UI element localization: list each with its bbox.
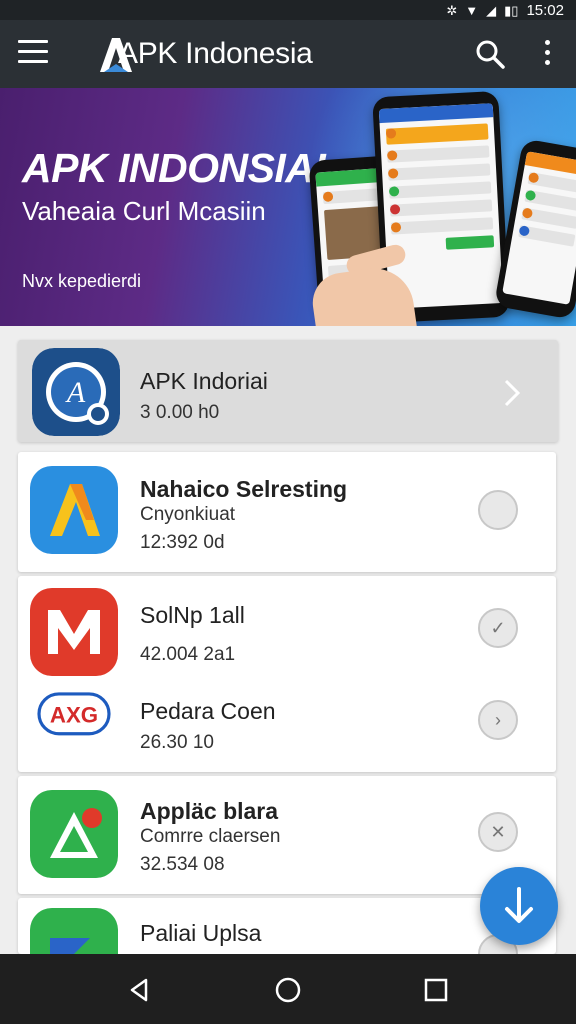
status-icons: ✲ ▼ ◢ ▮▯ 15:02 [446, 0, 564, 20]
banner-subtitle: Vaheaia Curl Mcasiin [22, 196, 266, 226]
select-circle-button[interactable] [478, 490, 518, 530]
search-icon[interactable] [474, 38, 506, 70]
chevron-right-icon: › [495, 710, 501, 730]
solnp-app-icon [30, 588, 118, 676]
system-nav-bar [0, 954, 576, 1024]
list-item-size: 3 0.00 h0 [140, 402, 220, 423]
download-fab[interactable] [480, 867, 558, 945]
banner-title: APK INDONSIAI [22, 145, 326, 191]
list-group-card: SolNp 1all 42.004 2a1 ✓ AXG Pedara Coen … [18, 576, 556, 772]
check-icon: ✓ [490, 618, 506, 638]
list-item[interactable]: Nahaico Selresting Cnyonkiuat 12:392 0d [18, 452, 556, 572]
list-item[interactable]: Appläc blara Comrre claersen 32.534 08 ✕ [18, 776, 556, 894]
applac-app-icon [30, 790, 118, 878]
signal-icon: ◢ [486, 2, 497, 18]
axg-app-icon: AXG [37, 692, 111, 736]
list-item-size: 32.534 08 [140, 854, 225, 875]
wifi-icon: ▼ [465, 2, 479, 18]
chevron-right-icon[interactable] [500, 373, 524, 413]
banner-note: Nvx kepedierdi [22, 271, 142, 291]
chevron-circle-button[interactable]: › [478, 700, 518, 740]
screen: ✲ ▼ ◢ ▮▯ 15:02 APK Indonesia APK INDONSI… [0, 0, 576, 1024]
close-icon: ✕ [490, 822, 506, 842]
status-time: 15:02 [526, 1, 564, 19]
list-item-title: Pedara Coen [140, 698, 276, 724]
status-bar: ✲ ▼ ◢ ▮▯ 15:02 [0, 0, 576, 20]
settings-status-icon: ✲ [446, 2, 458, 18]
recents-icon[interactable] [422, 976, 450, 1004]
app-title: APK Indonesia [118, 37, 313, 70]
list-item-highlighted[interactable]: A APK Indoriai 3 0.00 h0 [18, 340, 558, 442]
list-item-size: 12:392 0d [140, 532, 225, 553]
list-item-title: APK Indoriai [140, 368, 268, 394]
list-item-developer: Cnyonkiuat [140, 504, 236, 525]
list-item-title: SolNp 1all [140, 602, 245, 628]
back-icon[interactable] [126, 976, 154, 1004]
remove-circle-button[interactable]: ✕ [478, 812, 518, 852]
list-item-title: Nahaico Selresting [140, 476, 348, 502]
svg-text:A: A [65, 376, 86, 409]
paliai-app-icon [30, 908, 118, 954]
svg-text:AXG: AXG [50, 703, 98, 728]
menu-icon[interactable] [18, 40, 50, 68]
list-item[interactable]: Paliai Uplsa [18, 898, 556, 954]
list-item-title: Paliai Uplsa [140, 920, 262, 946]
home-icon[interactable] [274, 976, 302, 1004]
check-circle-button[interactable]: ✓ [478, 608, 518, 648]
nahaico-app-icon [30, 466, 118, 554]
apk-indonesia-app-icon: A [32, 348, 120, 436]
more-vert-icon[interactable] [536, 38, 558, 70]
list-item-size: 26.30 10 [140, 732, 214, 753]
app-bar: APK Indonesia [0, 20, 576, 88]
list-item-developer: Comrre claersen [140, 826, 281, 847]
battery-icon: ▮▯ [504, 2, 519, 18]
promo-banner[interactable]: APK INDONSIAI Vaheaia Curl Mcasiin Nvx k… [0, 88, 576, 326]
list-item-size: 42.004 2a1 [140, 644, 236, 665]
list-item-title: Appläc blara [140, 798, 279, 824]
